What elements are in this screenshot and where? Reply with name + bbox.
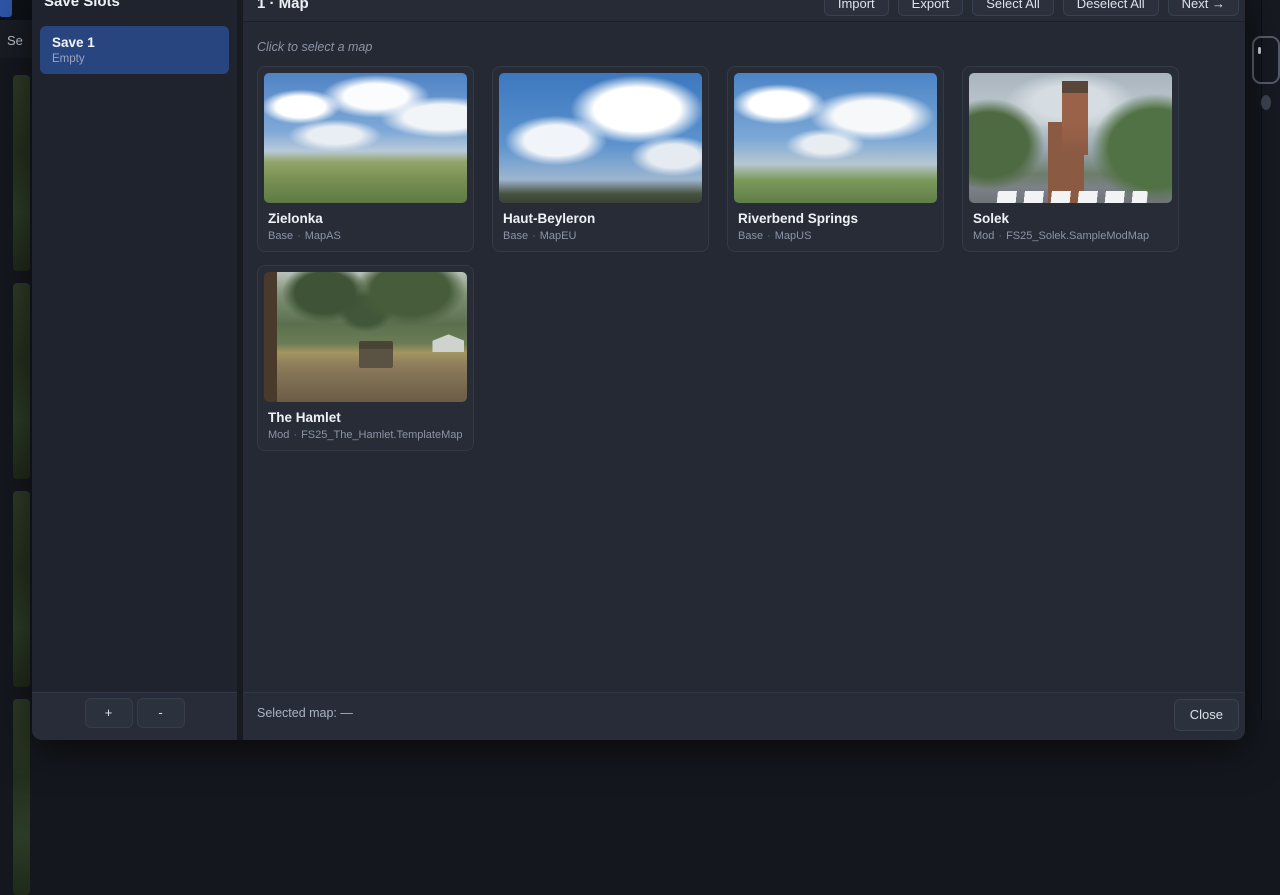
meta-separator: · [293, 429, 297, 441]
map-name: Solek [973, 211, 1168, 227]
map-meta: Mod · FS25_The_Hamlet.TemplateMap [268, 429, 463, 442]
map-card-riverbend-springs[interactable]: Riverbend Springs Base · MapUS [727, 66, 944, 252]
background-thumbnail-sliver [13, 283, 30, 479]
add-slot-button[interactable]: + [85, 698, 133, 728]
selected-map-status: Selected map: — [257, 706, 1174, 720]
background-thumbnail-sliver [13, 699, 30, 895]
map-meta: Base · MapUS [738, 230, 933, 243]
close-button[interactable]: Close [1174, 699, 1239, 731]
map-card-zielonka[interactable]: Zielonka Base · MapAS [257, 66, 474, 252]
map-meta: Base · MapAS [268, 230, 463, 243]
next-step-button[interactable]: Next → [1168, 0, 1239, 16]
map-kind: Base [738, 230, 763, 242]
map-kind: Mod [268, 429, 289, 441]
deselect-all-button[interactable]: Deselect All [1063, 0, 1159, 16]
map-name: Zielonka [268, 211, 463, 227]
map-id: FS25_Solek.SampleModMap [1006, 230, 1149, 242]
map-thumbnail [499, 73, 702, 203]
save-slots-footer: + - [32, 692, 237, 740]
map-select-hint: Click to select a map [257, 40, 1231, 54]
map-step-footer: Selected map: — Close [243, 692, 1245, 740]
background-accent-chip [0, 0, 12, 17]
map-name: Riverbend Springs [738, 211, 933, 227]
map-kind: Base [268, 230, 293, 242]
map-id: FS25_The_Hamlet.TemplateMap [301, 429, 462, 441]
map-id: MapAS [305, 230, 341, 242]
meta-separator: · [532, 230, 536, 242]
map-thumbnail [734, 73, 937, 203]
map-name: The Hamlet [268, 410, 463, 426]
background-page-left: Se [0, 0, 32, 720]
map-step-header: 1 · Map Import Export Select All Deselec… [243, 0, 1245, 22]
map-thumbnail [264, 272, 467, 402]
map-thumbnail [264, 73, 467, 203]
map-kind: Mod [973, 230, 994, 242]
step-title: 1 · Map [257, 0, 824, 12]
save-slots-title: Save Slots [44, 0, 237, 12]
save-slot-list: Save 1 Empty [32, 12, 237, 692]
background-thumbnail-sliver [13, 491, 30, 687]
save-slot-status: Empty [52, 53, 217, 65]
meta-separator: · [767, 230, 771, 242]
map-card-grid: Zielonka Base·MapAS Haut-Beyleron Base·M… [257, 66, 1231, 451]
save-editor-dialog: Save Slots Save 1 Empty + - 1 · Map Impo… [32, 0, 1245, 740]
map-card-the-hamlet[interactable]: The Hamlet Mod · FS25_The_Hamlet.TemplateM… [257, 265, 474, 451]
meta-separator: · [297, 230, 301, 242]
step-toolbar: Import Export Select All Deselect All Ne… [824, 0, 1239, 16]
map-meta: Base · MapEU [503, 230, 698, 243]
remove-slot-button[interactable]: - [137, 698, 185, 728]
map-grid-area: Click to select a map Zielonka Base · MapA… [243, 22, 1245, 692]
map-meta: Mod · FS25_Solek.SampleModMap [973, 230, 1168, 243]
background-scroll-dot [1261, 95, 1271, 110]
map-card-haut-beyleron[interactable]: Haut-Beyleron Base · MapEU [492, 66, 709, 252]
import-button[interactable]: Import [824, 0, 889, 16]
map-id: MapUS [775, 230, 812, 242]
save-slot-item-selected[interactable]: Save 1 Empty [40, 26, 229, 74]
meta-separator: · [998, 230, 1002, 242]
background-page-right [1245, 0, 1280, 720]
background-partial-button [1252, 36, 1280, 84]
save-slots-sidebar: Save Slots Save 1 Empty + - [32, 0, 237, 740]
save-slot-name: Save 1 [52, 34, 217, 51]
background-thumbnail-sliver [13, 75, 30, 271]
map-kind: Base [503, 230, 528, 242]
export-button[interactable]: Export [898, 0, 964, 16]
background-button-glyph [1258, 47, 1261, 54]
map-name: Haut-Beyleron [503, 211, 698, 227]
map-card-solek[interactable]: Solek Mod · FS25_Solek.SampleModMap [962, 66, 1179, 252]
select-all-button[interactable]: Select All [972, 0, 1053, 16]
background-partial-label: Se [7, 33, 23, 48]
map-step-panel: 1 · Map Import Export Select All Deselec… [243, 0, 1245, 740]
map-thumbnail [969, 73, 1172, 203]
map-id: MapEU [540, 230, 577, 242]
